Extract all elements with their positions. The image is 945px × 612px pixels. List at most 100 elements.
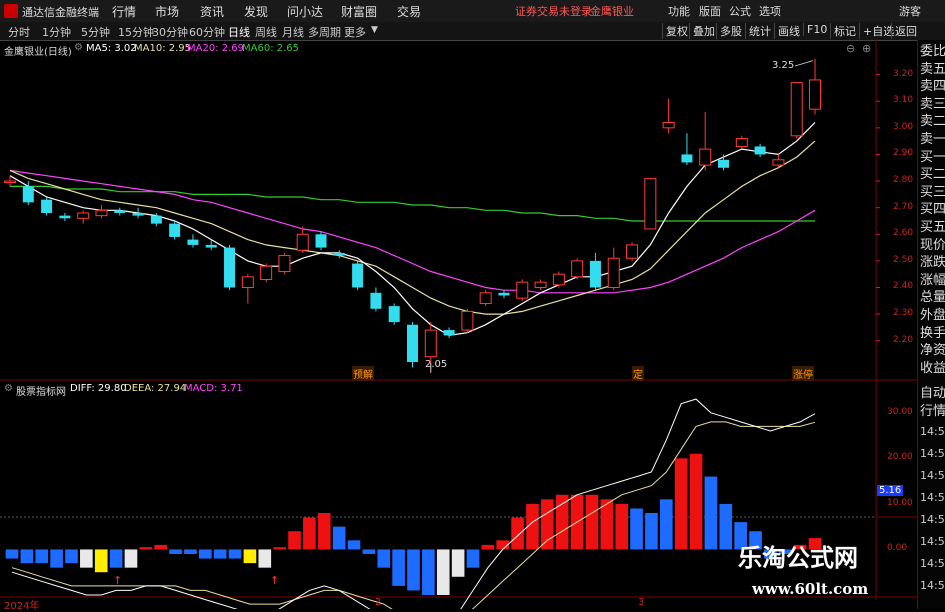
candle[interactable] <box>241 274 254 304</box>
macd-bar <box>451 549 465 577</box>
candle[interactable] <box>187 234 199 248</box>
macd-tick-label: 20.00 <box>887 452 913 463</box>
macd-bar <box>20 549 34 564</box>
candle[interactable] <box>681 133 693 166</box>
candle[interactable] <box>809 58 821 115</box>
candle[interactable] <box>662 98 675 134</box>
menu-discover[interactable]: 发现 <box>244 3 268 20</box>
candle[interactable] <box>407 322 418 368</box>
macd-bar <box>392 549 405 586</box>
candle[interactable] <box>315 231 327 251</box>
price-tick-label: 2.30 <box>893 308 914 319</box>
menu-market[interactable]: 市场 <box>155 3 179 20</box>
stats-button[interactable]: 统计 <box>745 23 774 39</box>
period-1min[interactable]: 1分钟 <box>42 24 71 40</box>
macd-tick-label: 30.00 <box>887 406 913 417</box>
event-marker-1[interactable]: 预解 <box>352 366 374 381</box>
candle[interactable] <box>370 287 382 312</box>
candle[interactable] <box>607 247 620 291</box>
candle[interactable] <box>479 290 492 307</box>
trade-time-label: 14:50 <box>920 447 945 460</box>
candle[interactable] <box>626 242 639 261</box>
candle[interactable] <box>754 143 766 158</box>
macd-bar <box>243 549 257 564</box>
period-15min[interactable]: 15分钟 <box>118 24 154 40</box>
candle[interactable] <box>352 260 364 291</box>
panel-option-label[interactable]: 行情 <box>920 404 945 420</box>
period-weekly[interactable]: 周线 <box>255 24 277 40</box>
menu-trade[interactable]: 交易 <box>397 3 421 20</box>
candle[interactable] <box>443 327 455 339</box>
event-marker-2[interactable]: 定 <box>632 366 644 381</box>
macd-bar <box>422 549 435 595</box>
panel-option-label[interactable]: 自动 <box>920 386 945 402</box>
candle[interactable] <box>95 205 108 219</box>
candle[interactable] <box>589 252 601 291</box>
chevron-down-icon[interactable]: ▼ <box>371 25 378 35</box>
candle[interactable] <box>224 244 236 291</box>
menu-layout[interactable]: 版面 <box>699 3 721 19</box>
candle[interactable] <box>132 207 144 219</box>
candle[interactable] <box>77 210 90 224</box>
menu-ask[interactable]: 问小达 <box>287 3 323 20</box>
period-intraday[interactable]: 分时 <box>8 24 30 40</box>
price-tick-label: 2.80 <box>893 175 914 186</box>
menu-wealth-circle[interactable]: 财富圈 <box>341 3 377 20</box>
period-daily[interactable]: 日线 <box>228 24 250 40</box>
period-toolbar: 分时 1分钟 5分钟 15分钟 30分钟 60分钟 日线 周线 月线 多周期 更… <box>0 22 945 41</box>
candle[interactable] <box>169 220 181 240</box>
draw-line-button[interactable]: 画线 <box>774 23 803 39</box>
quote-field-label: 卖四 <box>920 79 945 95</box>
period-more[interactable]: 更多 <box>344 24 366 40</box>
candle[interactable] <box>699 111 712 171</box>
period-multi[interactable]: 多周期 <box>308 24 341 40</box>
adjust-button[interactable]: 复权 <box>662 23 691 39</box>
multi-stock-button[interactable]: 多股 <box>716 23 745 39</box>
candle[interactable] <box>296 226 309 253</box>
candle[interactable] <box>461 308 474 333</box>
menu-formula[interactable]: 公式 <box>729 3 751 19</box>
candle[interactable] <box>644 177 657 230</box>
watermark-url: www.60lt.com <box>752 580 869 598</box>
candle[interactable] <box>498 290 510 299</box>
login-notice[interactable]: 证券交易未登录 <box>515 3 592 19</box>
candle[interactable] <box>278 252 291 275</box>
candle[interactable] <box>571 258 584 280</box>
period-30min[interactable]: 30分钟 <box>152 24 188 40</box>
menu-market-quotes[interactable]: 行情 <box>112 3 136 20</box>
menu-options[interactable]: 选项 <box>759 3 781 19</box>
candle[interactable] <box>552 271 565 288</box>
candle[interactable] <box>516 279 529 301</box>
quote-field-label: 卖二 <box>920 114 945 130</box>
candle[interactable] <box>114 207 126 216</box>
price-tick-label: 3.10 <box>893 95 914 106</box>
period-monthly[interactable]: 月线 <box>282 24 304 40</box>
quote-field-label: 卖三 <box>920 96 945 112</box>
candle[interactable] <box>735 135 748 150</box>
f10-button[interactable]: F10 <box>803 23 830 36</box>
macd-bar <box>50 549 63 568</box>
candle[interactable] <box>790 82 803 139</box>
candle[interactable] <box>41 197 53 216</box>
menu-news[interactable]: 资讯 <box>200 3 224 20</box>
macd-bar <box>377 549 391 568</box>
guest-login[interactable]: 游客 <box>899 3 921 19</box>
ma5-line <box>9 122 816 337</box>
mark-button[interactable]: 标记 <box>830 23 859 39</box>
event-marker-3[interactable]: 涨停 <box>792 366 814 381</box>
period-5min[interactable]: 5分钟 <box>81 24 110 40</box>
candle[interactable] <box>59 212 71 221</box>
menu-functions[interactable]: 功能 <box>668 3 690 19</box>
back-button[interactable]: 返回 <box>891 23 920 39</box>
chart-canvas[interactable]: ↑ ↑ <box>0 40 917 609</box>
candle[interactable] <box>260 263 273 283</box>
price-tick-label: 2.40 <box>893 281 914 292</box>
overlay-button[interactable]: 叠加 <box>689 23 718 39</box>
candle[interactable] <box>718 154 730 171</box>
candle[interactable] <box>534 279 547 291</box>
quote-field-label: 卖五 <box>920 61 945 77</box>
candle[interactable] <box>388 303 400 325</box>
period-60min[interactable]: 60分钟 <box>189 24 225 40</box>
price-tick-label: 2.90 <box>893 148 914 159</box>
macd-bar <box>169 549 182 554</box>
